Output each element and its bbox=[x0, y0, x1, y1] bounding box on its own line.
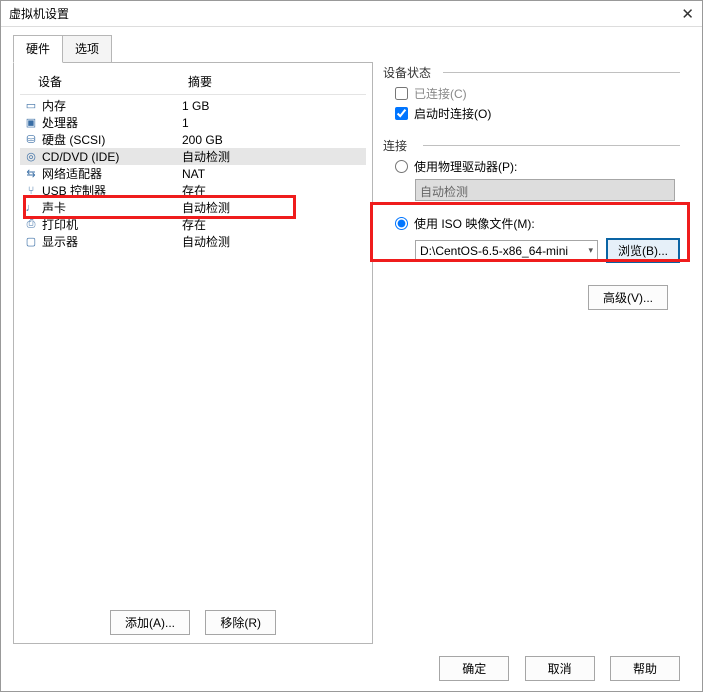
close-icon[interactable]: ✕ bbox=[664, 5, 694, 23]
device-row[interactable]: ♩ 声卡自动检测 bbox=[20, 199, 366, 216]
sound-icon: ♩ bbox=[24, 202, 38, 214]
physical-drive-select[interactable]: 自动检测 bbox=[415, 179, 675, 201]
device-row[interactable]: ⑂ USB 控制器存在 bbox=[20, 182, 366, 199]
advanced-button[interactable]: 高级(V)... bbox=[588, 285, 668, 310]
settings-pane: 设备状态 已连接(C) 启动时连接(O) 连接 使用物理驱动器(P): 自 bbox=[373, 62, 690, 644]
device-summary: 自动检测 bbox=[182, 233, 362, 250]
device-summary: 存在 bbox=[182, 182, 362, 199]
device-label: CD/DVD (IDE) bbox=[42, 150, 182, 164]
memory-icon: ▭ bbox=[24, 99, 38, 112]
device-label: 声卡 bbox=[42, 199, 182, 216]
dialog-footer: 确定 取消 帮助 bbox=[433, 656, 686, 681]
radio-physical-drive[interactable]: 使用物理驱动器(P): bbox=[395, 158, 680, 175]
device-label: 网络适配器 bbox=[42, 165, 182, 182]
device-row[interactable]: ▣ 处理器1 bbox=[20, 114, 366, 131]
iso-path-combo[interactable]: D:\CentOS-6.5-x86_64-mini ▾ bbox=[415, 240, 598, 262]
legend-connection: 连接 bbox=[383, 137, 407, 154]
tab-hardware[interactable]: 硬件 bbox=[13, 35, 63, 63]
chevron-down-icon: ▾ bbox=[588, 245, 593, 256]
device-label: USB 控制器 bbox=[42, 182, 182, 199]
device-row[interactable]: ▭ 内存1 GB bbox=[20, 97, 366, 114]
add-button[interactable]: 添加(A)... bbox=[110, 610, 190, 635]
cpu-icon: ▣ bbox=[24, 116, 38, 129]
device-label: 处理器 bbox=[42, 114, 182, 131]
window-title: 虚拟机设置 bbox=[9, 5, 664, 22]
title-bar: 虚拟机设置 ✕ bbox=[1, 1, 702, 27]
device-row[interactable]: ◎ CD/DVD (IDE)自动检测 bbox=[20, 148, 366, 165]
printer-icon: ⎙ bbox=[24, 218, 38, 231]
remove-button[interactable]: 移除(R) bbox=[205, 610, 276, 635]
browse-button[interactable]: 浏览(B)... bbox=[606, 238, 680, 263]
display-icon: ▢ bbox=[24, 235, 38, 248]
device-label: 硬盘 (SCSI) bbox=[42, 131, 182, 148]
device-row[interactable]: ⇆ 网络适配器NAT bbox=[20, 165, 366, 182]
device-row[interactable]: ⎙ 打印机存在 bbox=[20, 216, 366, 233]
device-summary: NAT bbox=[182, 167, 362, 181]
radio-iso-file[interactable]: 使用 ISO 映像文件(M): bbox=[395, 215, 680, 232]
disk-icon: ⛁ bbox=[24, 133, 38, 146]
checkbox-connect-at-power[interactable]: 启动时连接(O) bbox=[395, 105, 680, 122]
cd-icon: ◎ bbox=[24, 150, 38, 163]
device-label: 显示器 bbox=[42, 233, 182, 250]
device-summary: 1 GB bbox=[182, 99, 362, 113]
device-summary: 自动检测 bbox=[182, 199, 362, 216]
device-summary: 200 GB bbox=[182, 133, 362, 147]
col-summary: 摘要 bbox=[188, 73, 212, 90]
cancel-button[interactable]: 取消 bbox=[525, 656, 595, 681]
tab-strip: 硬件 选项 bbox=[13, 35, 702, 63]
device-label: 打印机 bbox=[42, 216, 182, 233]
device-row[interactable]: ▢ 显示器自动检测 bbox=[20, 233, 366, 250]
device-label: 内存 bbox=[42, 97, 182, 114]
group-device-status: 设备状态 已连接(C) 启动时连接(O) bbox=[383, 66, 680, 129]
device-summary: 1 bbox=[182, 116, 362, 130]
ok-button[interactable]: 确定 bbox=[439, 656, 509, 681]
device-summary: 存在 bbox=[182, 216, 362, 233]
device-list-pane: 设备 摘要 ▭ 内存1 GB ▣ 处理器1 ⛁ 硬盘 (SCSI)200 GB ◎ CD/DV… bbox=[13, 62, 373, 644]
device-summary: 自动检测 bbox=[182, 148, 362, 165]
col-device: 设备 bbox=[38, 73, 188, 90]
legend-status: 设备状态 bbox=[383, 64, 431, 81]
tab-options[interactable]: 选项 bbox=[63, 35, 112, 63]
group-connection: 连接 使用物理驱动器(P): 自动检测 使用 ISO 映像文件(M): D:\C… bbox=[383, 139, 680, 269]
device-header: 设备 摘要 bbox=[20, 71, 366, 95]
device-row[interactable]: ⛁ 硬盘 (SCSI)200 GB bbox=[20, 131, 366, 148]
net-icon: ⇆ bbox=[24, 167, 38, 180]
help-button[interactable]: 帮助 bbox=[610, 656, 680, 681]
checkbox-connected[interactable]: 已连接(C) bbox=[395, 85, 680, 102]
usb-icon: ⑂ bbox=[24, 185, 38, 197]
